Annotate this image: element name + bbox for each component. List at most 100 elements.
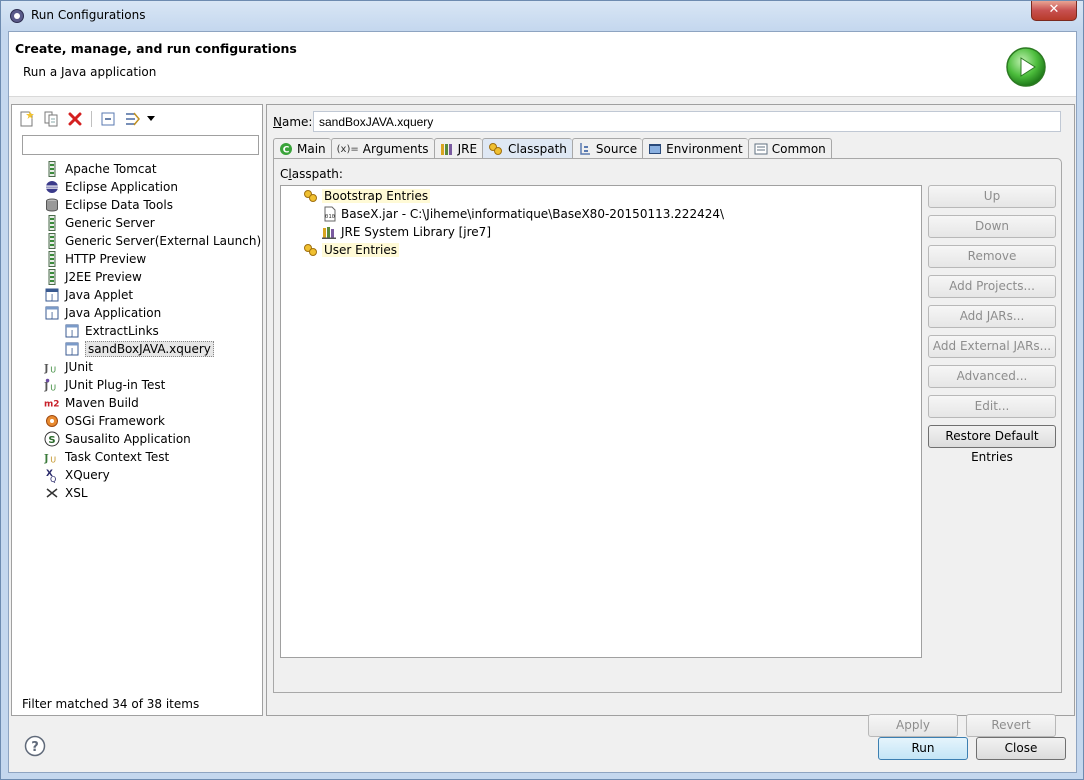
tab-common-label: Common (771, 142, 826, 156)
help-icon[interactable]: ? (24, 735, 46, 757)
classpath-group[interactable]: Bootstrap Entries (303, 187, 431, 205)
name-label: Name: (273, 115, 313, 129)
arguments-tab-icon: (x)= (336, 143, 359, 155)
configuration-list-pane: Apache Tomcat Eclipse Application Eclipse … (11, 104, 263, 716)
tab-classpath-label: Classpath (508, 142, 567, 156)
svg-text:Q: Q (50, 475, 56, 483)
source-tab-icon (580, 143, 590, 155)
tree-item[interactable]: J ExtractLinks (64, 322, 159, 340)
dialog-client-area: Create, manage, and run configurations R… (8, 31, 1077, 773)
revert-button[interactable]: Revert (966, 714, 1056, 737)
xsl-icon (44, 485, 60, 501)
svg-text:010: 010 (325, 214, 335, 220)
restore-default-entries-button[interactable]: Restore Default Entries (928, 425, 1056, 464)
add-jars-button[interactable]: Add JARs... (928, 305, 1056, 328)
tree-item-label: Java Applet (65, 288, 134, 302)
tree-item-label: JUnit Plug-in Test (65, 378, 166, 392)
tree-item[interactable]: Eclipse Application (44, 178, 178, 196)
tab-common[interactable]: Common (747, 138, 832, 159)
classpath-entry-label: JRE System Library [jre7] (341, 225, 491, 239)
tree-item-label: HTTP Preview (65, 252, 147, 266)
server-icon (44, 161, 60, 177)
tree-item-label: J2EE Preview (65, 270, 142, 284)
environment-tab-icon (649, 144, 662, 154)
advanced-button[interactable]: Advanced... (928, 365, 1056, 388)
up-button[interactable]: Up (928, 185, 1056, 208)
jar-file-icon: 010 (322, 206, 338, 222)
config-tabs: C Main (x)= Arguments JRE Classpath Sour… (273, 138, 832, 159)
tree-item[interactable]: Eclipse Data Tools (44, 196, 173, 214)
sausalito-icon: S (44, 431, 60, 447)
svg-text:C: C (283, 146, 290, 156)
apply-button[interactable]: Apply (868, 714, 958, 737)
tree-item[interactable]: OSGi Framework (44, 412, 165, 430)
tree-item-label: Eclipse Data Tools (65, 198, 173, 212)
tree-item-label: Apache Tomcat (65, 162, 157, 176)
run-configurations-window: Run Configurations ✕ Create, manage, and… (0, 0, 1084, 780)
task-test-icon: JU (44, 449, 60, 465)
classpath-group[interactable]: User Entries (303, 241, 399, 259)
tree-item[interactable]: J Java Application (44, 304, 161, 322)
run-banner-icon (1006, 47, 1046, 87)
configuration-editor-pane: Name: C Main (x)= Arguments JRE Classpat (266, 104, 1075, 737)
window-close-button[interactable]: ✕ (1031, 1, 1077, 21)
svg-text:J: J (44, 453, 49, 464)
svg-text:J: J (50, 293, 53, 302)
tree-item[interactable]: XSL (44, 484, 88, 502)
tree-item[interactable]: J U Task Context Test (44, 448, 169, 466)
title-bar: Run Configurations ✕ (1, 1, 1083, 31)
tree-item[interactable]: Generic Server (44, 214, 155, 232)
tab-arguments[interactable]: (x)= Arguments (330, 138, 434, 159)
add-projects-button[interactable]: Add Projects... (928, 275, 1056, 298)
svg-text:J: J (44, 363, 49, 374)
add-external-jars-button[interactable]: Add External JARs... (928, 335, 1056, 358)
edit-button[interactable]: Edit... (928, 395, 1056, 418)
tree-item[interactable]: J U JUnit (44, 358, 93, 376)
down-button[interactable]: Down (928, 215, 1056, 238)
collapse-all-button[interactable] (98, 109, 118, 129)
tree-item[interactable]: HTTP Preview (44, 250, 146, 268)
tree-item[interactable]: m2 Maven Build (44, 394, 139, 412)
classpath-entry[interactable]: JRE System Library [jre7] (322, 223, 491, 241)
xquery-icon: XQ (44, 467, 60, 483)
tree-item[interactable]: S Sausalito Application (44, 430, 191, 448)
filter-input[interactable] (22, 135, 259, 155)
java-app-icon: J (44, 305, 60, 321)
tree-item[interactable]: JsandBoxJAVA.xquery (64, 340, 214, 358)
tree-item[interactable]: J Java Applet (44, 286, 133, 304)
tab-environment[interactable]: Environment (642, 138, 748, 159)
tab-classpath[interactable]: Classpath (482, 138, 572, 159)
classpath-entry[interactable]: 010 BaseX.jar - C:\Jiheme\informatique\Ba… (322, 205, 724, 223)
tab-source[interactable]: Source (571, 138, 643, 159)
delete-configuration-button[interactable] (65, 109, 85, 129)
eclipse-icon (44, 179, 60, 195)
delete-icon (68, 112, 82, 126)
window-title: Run Configurations (31, 8, 146, 22)
tab-main[interactable]: C Main (273, 138, 331, 159)
chevron-down-icon (147, 116, 155, 121)
tree-item-label: JUnit (65, 360, 93, 374)
classpath-entry-label: BaseX.jar - C:\Jiheme\informatique\BaseX… (341, 207, 725, 221)
tree-item[interactable]: Generic Server(External Launch) (44, 232, 261, 250)
svg-text:J: J (70, 347, 73, 356)
run-button[interactable]: Run (878, 737, 968, 760)
new-configuration-button[interactable] (17, 109, 37, 129)
tree-item[interactable]: Apache Tomcat (44, 160, 157, 178)
tab-jre[interactable]: JRE (433, 138, 483, 159)
classpath-group-icon (303, 188, 319, 204)
config-toolbar (17, 109, 156, 129)
classpath-tree[interactable]: Bootstrap Entries 010 BaseX.jar - C:\Jihem… (280, 185, 922, 658)
svg-text:U: U (50, 383, 56, 392)
tab-source-label: Source (595, 142, 638, 156)
toolbar-menu-dropdown[interactable] (146, 109, 156, 129)
tree-item[interactable]: X Q XQuery (44, 466, 110, 484)
svg-text:S: S (48, 435, 55, 446)
tree-item[interactable]: J2EE Preview (44, 268, 142, 286)
tree-item[interactable]: J U JUnit Plug-in Test (44, 376, 165, 394)
configuration-name-input[interactable] (313, 111, 1061, 132)
filter-configurations-button[interactable] (122, 109, 142, 129)
duplicate-configuration-button[interactable] (41, 109, 61, 129)
close-button[interactable]: Close (976, 737, 1066, 760)
jre-tab-icon (440, 144, 452, 155)
remove-button[interactable]: Remove (928, 245, 1056, 268)
